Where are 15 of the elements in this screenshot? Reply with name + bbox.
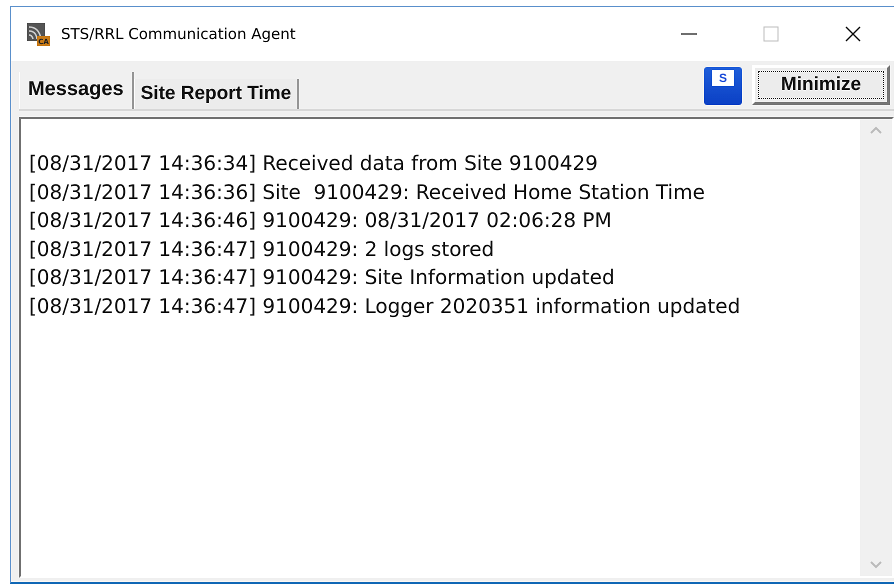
log-line: [08/31/2017 14:36:46] 9100429: 08/31/2017 02:06:28 PM xyxy=(29,207,613,234)
tab[interactable]: Messages xyxy=(19,72,134,109)
log-line: [08/31/2017 14:36:47] 9100429: Logger 2020351 information updated xyxy=(29,292,742,320)
minimize-button[interactable]: Minimize xyxy=(752,65,890,105)
maximize-window-icon[interactable] xyxy=(761,24,781,44)
scroll-up-icon[interactable] xyxy=(869,125,883,135)
scroll-down-icon[interactable] xyxy=(869,560,883,570)
scrollbar[interactable] xyxy=(860,119,892,576)
log-line: [08/31/2017 14:36:47] 9100429: 2 logs stored xyxy=(29,236,496,262)
log-line: [08/31/2017 14:36:47] 9100429: Site Information updated xyxy=(29,264,616,291)
window-title: STS/RRL Communication Agent xyxy=(61,25,297,43)
log-line: [08/31/2017 14:36:36] Site 9100429: Received Home Station Time xyxy=(29,178,706,206)
close-icon[interactable] xyxy=(843,24,863,44)
log-line: [08/31/2017 14:36:34] Received data from Site 9100429 xyxy=(29,150,599,177)
tab[interactable]: Site Report Time xyxy=(134,79,300,109)
